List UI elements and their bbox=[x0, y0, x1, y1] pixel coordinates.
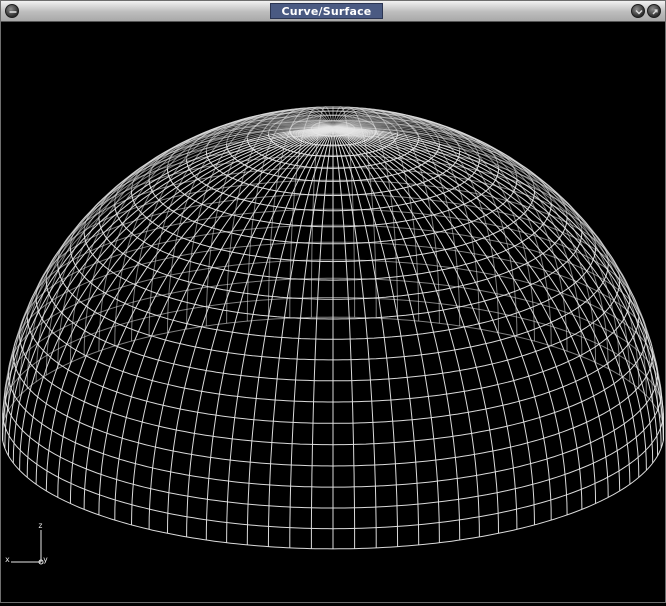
hemisphere-wireframe bbox=[1, 106, 665, 550]
axis-triad bbox=[11, 530, 44, 565]
wire-meridian bbox=[26, 127, 334, 478]
3d-viewport[interactable]: z x y bbox=[1, 22, 665, 602]
wire-meridian-back bbox=[12, 126, 334, 404]
window-menu-button[interactable] bbox=[5, 4, 19, 18]
wire-meridian bbox=[310, 127, 334, 549]
title-bar[interactable]: Curve/Surface bbox=[1, 1, 665, 22]
wire-meridian bbox=[332, 127, 356, 549]
wire-meridian bbox=[332, 127, 640, 478]
wire-meridian bbox=[332, 127, 597, 504]
wire-meridian bbox=[332, 127, 568, 515]
window-title: Curve/Surface bbox=[270, 3, 383, 19]
axis-z-label: z bbox=[38, 521, 43, 530]
minimize-button[interactable] bbox=[631, 4, 645, 18]
axis-x-label: x bbox=[5, 555, 10, 564]
wire-meridian-back bbox=[332, 126, 654, 404]
expand-icon bbox=[652, 9, 658, 15]
axis-y-label: y bbox=[43, 555, 48, 564]
app-window: Curve/Surface z x y bbox=[0, 0, 666, 603]
chevron-down-icon bbox=[635, 9, 643, 15]
minus-circle-icon bbox=[9, 11, 17, 13]
maximize-button[interactable] bbox=[647, 4, 661, 18]
wire-meridian bbox=[98, 127, 334, 515]
wire-meridian bbox=[69, 127, 334, 504]
